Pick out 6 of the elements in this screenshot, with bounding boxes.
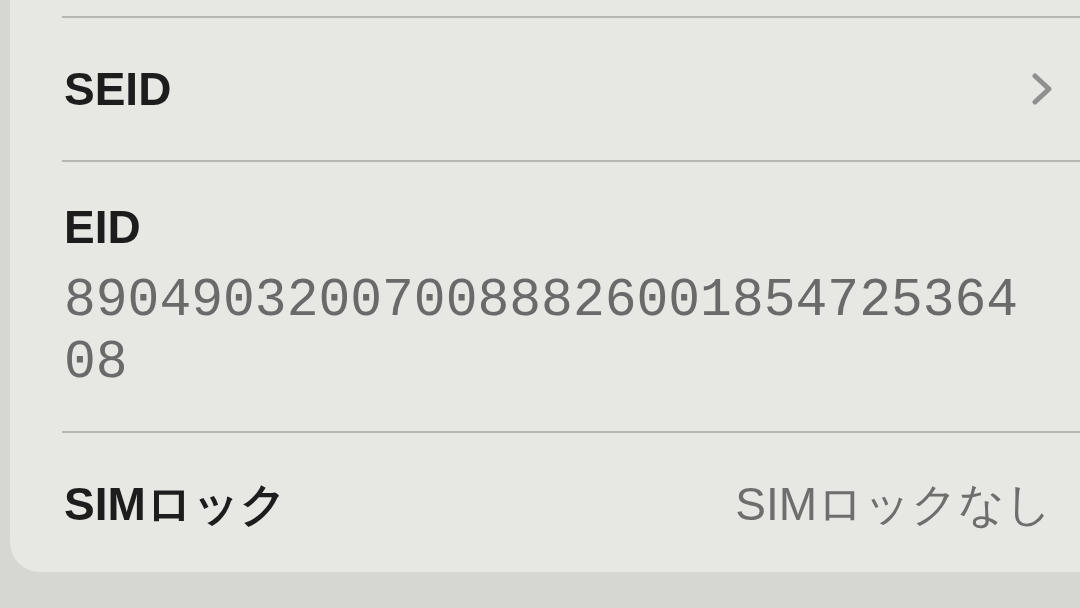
row-label: EID [64, 202, 142, 252]
row-label: SIMロック [64, 478, 287, 529]
chevron-right-icon [1032, 73, 1052, 105]
eid-value: 89049032007008882600185472536408 [64, 270, 1020, 394]
row-value: SIMロックなし [735, 478, 1052, 529]
settings-row[interactable]: SEID [10, 18, 1080, 160]
